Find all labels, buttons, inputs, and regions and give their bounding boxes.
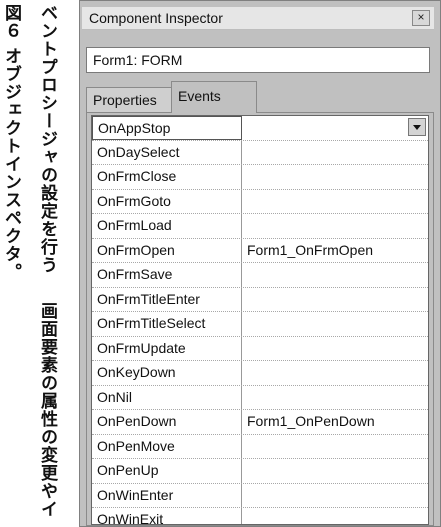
event-row[interactable]: OnFrmGoto (92, 189, 428, 214)
object-selector[interactable]: Form1: FORM (86, 47, 430, 73)
tab-strip: Properties Events (86, 81, 430, 113)
event-handler-value[interactable]: Form1_OnPenDown (242, 410, 428, 434)
event-row[interactable]: OnFrmClose (92, 165, 428, 190)
event-name: OnPenDown (92, 410, 242, 434)
event-row[interactable]: OnWinExit (92, 508, 428, 524)
event-row[interactable]: OnAppStop (92, 116, 428, 141)
event-name: OnDaySelect (92, 140, 242, 164)
event-name: OnFrmClose (92, 165, 242, 189)
event-name: OnWinEnter (92, 483, 242, 507)
event-name: OnPenUp (92, 459, 242, 483)
event-handler-value[interactable] (242, 165, 428, 189)
event-row[interactable]: OnWinEnter (92, 483, 428, 508)
event-handler-value[interactable] (242, 386, 428, 410)
component-inspector-window: Component Inspector × Form1: FORM Proper… (79, 0, 441, 527)
event-handler-value[interactable] (242, 508, 428, 524)
event-handler-value[interactable] (242, 337, 428, 361)
event-handler-value[interactable] (242, 484, 428, 508)
event-handler-value[interactable] (242, 435, 428, 459)
event-handler-value[interactable]: Form1_OnFrmOpen (242, 239, 428, 263)
figure-caption: 図６ オブジェクトインスペクタ。 ベントプロシージャの設定を行う 画面要素の属性… (0, 0, 74, 527)
event-row[interactable]: OnNil (92, 385, 428, 410)
event-row[interactable]: OnFrmTitleEnter (92, 287, 428, 312)
event-handler-value[interactable] (242, 190, 428, 214)
dropdown-arrow-icon[interactable] (408, 118, 426, 136)
event-name: OnNil (92, 385, 242, 409)
caption-column-2: ベントプロシージャの設定を行う (37, 4, 57, 274)
title-bar[interactable]: Component Inspector × (82, 7, 434, 30)
event-name: OnFrmOpen (92, 238, 242, 262)
event-row[interactable]: OnFrmLoad (92, 214, 428, 239)
tab-events[interactable]: Events (171, 81, 257, 113)
events-panel: OnAppStop OnDaySelect OnFrmClose OnFrmGoto O… (86, 112, 434, 526)
event-row[interactable]: OnDaySelect (92, 140, 428, 165)
caption-column-1: 図６ オブジェクトインスペクタ。 (1, 4, 21, 281)
event-name: OnAppStop (92, 116, 242, 140)
event-handler-value[interactable] (242, 141, 428, 165)
event-name: OnFrmTitleEnter (92, 287, 242, 311)
event-row[interactable]: OnFrmSave (92, 263, 428, 288)
event-row[interactable]: OnFrmUpdate (92, 336, 428, 361)
event-row[interactable]: OnPenMove (92, 434, 428, 459)
event-handler-value[interactable] (242, 214, 428, 238)
event-name: OnFrmGoto (92, 189, 242, 213)
event-name: OnKeyDown (92, 361, 242, 385)
event-handler-value[interactable] (242, 263, 428, 287)
event-row[interactable]: OnFrmOpen Form1_OnFrmOpen (92, 238, 428, 263)
event-handler-value[interactable] (242, 116, 428, 140)
event-handler-value[interactable] (242, 312, 428, 336)
event-name: OnFrmTitleSelect (92, 312, 242, 336)
event-row[interactable]: OnFrmTitleSelect (92, 312, 428, 337)
event-handler-value[interactable] (242, 459, 428, 483)
event-handler-value[interactable] (242, 288, 428, 312)
tab-properties[interactable]: Properties (86, 87, 172, 113)
event-name: OnFrmSave (92, 263, 242, 287)
event-row[interactable]: OnKeyDown (92, 361, 428, 386)
event-handler-value[interactable] (242, 361, 428, 385)
window-title: Component Inspector (89, 10, 223, 26)
caption-column-3: 画面要素の属性の変更やイ (37, 302, 57, 518)
event-name: OnFrmLoad (92, 214, 242, 238)
event-name: OnPenMove (92, 434, 242, 458)
event-name: OnFrmUpdate (92, 336, 242, 360)
close-button[interactable]: × (412, 10, 430, 26)
event-row[interactable]: OnPenUp (92, 459, 428, 484)
event-row[interactable]: OnPenDown Form1_OnPenDown (92, 410, 428, 435)
events-grid: OnAppStop OnDaySelect OnFrmClose OnFrmGoto O… (91, 115, 429, 525)
event-name: OnWinExit (92, 508, 242, 524)
